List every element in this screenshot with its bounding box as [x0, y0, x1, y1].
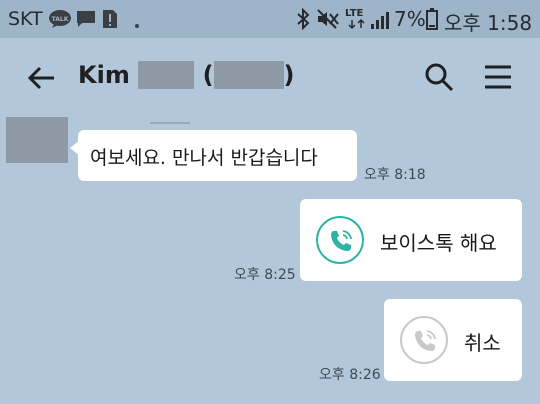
sim-alert-icon	[102, 9, 118, 33]
chat-icon	[76, 10, 96, 32]
voice-call-label: 보이스톡 해요	[380, 231, 497, 255]
phone-call-icon	[316, 216, 364, 264]
battery-icon	[426, 8, 438, 34]
search-icon[interactable]	[424, 62, 454, 92]
chat-title-name: Kim	[78, 61, 130, 89]
carrier-label: SKT	[8, 8, 43, 30]
mute-icon	[316, 9, 340, 33]
chat-title-open-paren: (	[202, 61, 214, 89]
message-text: 여보세요. 만나서 반갑습니다	[90, 147, 318, 169]
message-time: 오후 8:25	[234, 267, 296, 283]
chat-header: Kim ()	[0, 38, 540, 116]
signal-icon	[370, 10, 390, 34]
message-bubble-incoming[interactable]: 여보세요. 만나서 반갑습니다	[78, 130, 357, 181]
kakaotalk-icon: TALK	[48, 9, 72, 33]
status-bar: SKT TALK LTE 7% 오후 1:58	[0, 0, 540, 38]
status-time: 오후 1:58	[444, 11, 533, 35]
phone-call-icon	[400, 316, 448, 364]
lte-icon: LTE	[344, 5, 370, 35]
chat-title[interactable]: Kim ()	[78, 60, 295, 89]
message-time: 오후 8:26	[319, 367, 381, 383]
sender-avatar[interactable]	[6, 117, 68, 163]
voice-call-bubble[interactable]: 보이스톡 해요	[300, 199, 522, 281]
chat-title-close-paren: )	[283, 61, 295, 89]
bluetooth-icon	[296, 7, 310, 34]
talk-badge-text: TALK	[52, 16, 69, 23]
cancelled-call-bubble[interactable]: 취소	[384, 299, 522, 381]
menu-icon[interactable]	[484, 64, 512, 90]
cancelled-call-label: 취소	[464, 331, 501, 355]
sender-name-peek	[150, 112, 190, 124]
dot-icon	[134, 14, 140, 33]
redacted-id-block	[213, 61, 284, 89]
redacted-name-block	[138, 61, 195, 89]
lte-label: LTE	[345, 8, 364, 19]
message-time: 오후 8:18	[364, 167, 426, 183]
battery-percent: 7%	[394, 7, 426, 31]
back-arrow-icon[interactable]	[26, 62, 58, 94]
